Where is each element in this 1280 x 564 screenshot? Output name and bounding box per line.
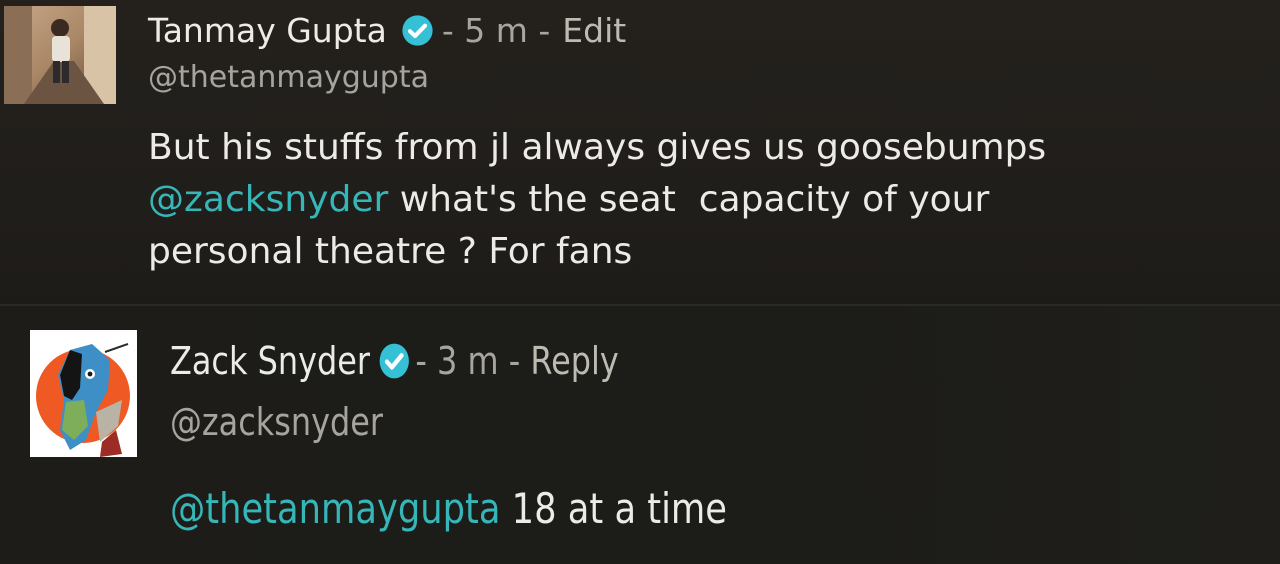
reply-author-name[interactable]: Zack Snyder xyxy=(170,339,370,383)
reply-button[interactable]: Reply xyxy=(530,339,618,383)
comment-line-1: But his stuffs from jl always gives us g… xyxy=(148,127,1047,168)
comment-original: Tanmay Gupta - 5 m - Edit @thetanmaygupt… xyxy=(0,0,1280,302)
reply-author-handle[interactable]: @zacksnyder xyxy=(170,400,383,444)
reply-header: Zack Snyder - 3 m - Reply xyxy=(170,336,619,386)
comment-reply: Zack Snyder - 3 m - Reply @zacksnyder @t… xyxy=(0,304,1280,564)
comment-line-2: @zacksnyder what's the seat capacity of … xyxy=(148,174,1258,226)
author-name[interactable]: Tanmay Gupta xyxy=(148,11,387,50)
comment-line-2-text: what's the seat capacity of your xyxy=(388,179,990,220)
reply-text-rest: 18 at a time xyxy=(500,484,727,533)
timestamp: - 5 m - xyxy=(441,10,551,50)
reply-text: @thetanmaygupta 18 at a time xyxy=(170,484,727,533)
avatar-tanmay-gupta[interactable] xyxy=(4,6,116,104)
verified-check-icon xyxy=(401,14,434,47)
comment-line-3: personal theatre ? For fans xyxy=(148,231,633,272)
reply-timestamp: - 3 m - xyxy=(415,339,521,383)
mention-link[interactable]: @zacksnyder xyxy=(148,179,388,220)
reply-mention-link[interactable]: @thetanmaygupta xyxy=(170,484,500,533)
avatar-zack-snyder[interactable] xyxy=(30,330,137,457)
verified-check-icon xyxy=(378,342,410,380)
comment-header: Tanmay Gupta - 5 m - Edit xyxy=(148,8,626,52)
author-handle[interactable]: @thetanmaygupta xyxy=(148,60,429,95)
comment-text: But his stuffs from jl always gives us g… xyxy=(148,122,1258,278)
edit-button[interactable]: Edit xyxy=(562,11,626,50)
